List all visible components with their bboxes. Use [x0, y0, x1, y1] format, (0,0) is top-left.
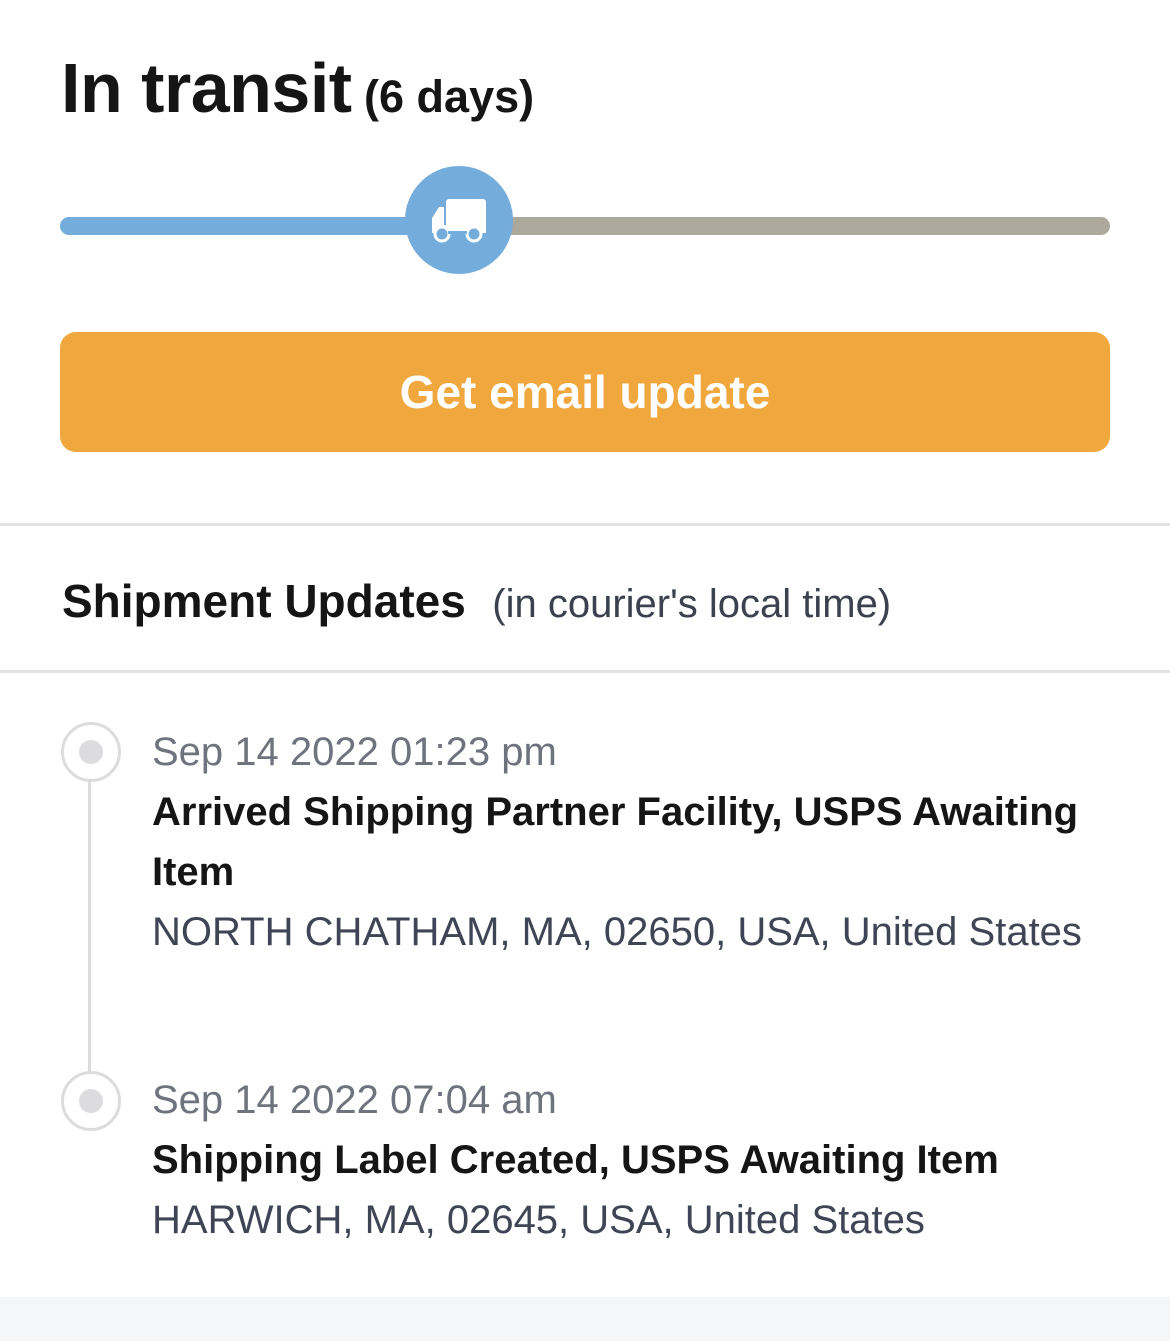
delivery-progress-bar [60, 166, 1110, 276]
event-status: Shipping Label Created, USPS Awaiting It… [152, 1138, 999, 1182]
section-title: Shipment Updates [62, 575, 466, 627]
get-email-update-button[interactable]: Get email update [60, 332, 1110, 452]
timeline-event: Sep 14 2022 01:23 pm Arrived Shipping Pa… [152, 722, 1102, 962]
status-header: In transit (6 days) [61, 48, 534, 128]
timeline-dot [61, 1071, 121, 1131]
timeline-event: Sep 14 2022 07:04 am Shipping Label Crea… [152, 1070, 1102, 1250]
divider [0, 523, 1170, 526]
status-title: In transit [61, 49, 352, 127]
shipment-updates-heading: Shipment Updates (in courier's local tim… [62, 574, 891, 628]
progress-remaining-track [459, 217, 1110, 235]
section-subtitle: (in courier's local time) [492, 582, 892, 626]
footer-band [0, 1297, 1170, 1341]
timeline-connector [88, 780, 91, 1072]
shipment-tracking-page: In transit (6 days) Get email update Shi… [0, 0, 1170, 1341]
event-location: NORTH CHATHAM, MA, 02650, USA, United St… [152, 910, 1082, 954]
divider [0, 670, 1170, 673]
event-time: Sep 14 2022 01:23 pm [152, 730, 557, 774]
event-status: Arrived Shipping Partner Facility, USPS … [152, 790, 1079, 894]
event-location: HARWICH, MA, 02645, USA, United States [152, 1198, 925, 1242]
truck-icon [432, 199, 486, 243]
progress-indicator [405, 166, 513, 274]
timeline-dot [61, 722, 121, 782]
progress-completed-track [60, 217, 459, 235]
event-time: Sep 14 2022 07:04 am [152, 1078, 557, 1122]
status-duration: (6 days) [364, 71, 535, 122]
